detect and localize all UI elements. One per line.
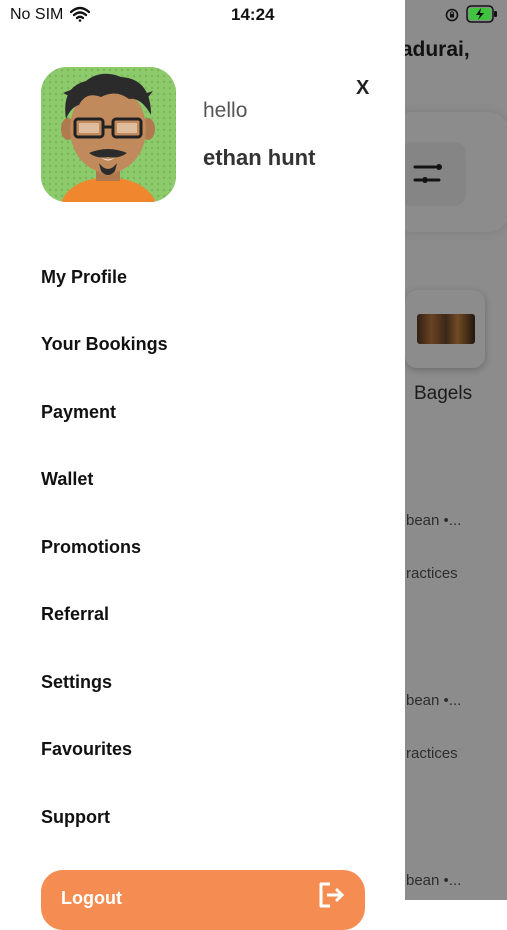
wifi-icon [70, 6, 90, 22]
menu-item-wallet[interactable]: Wallet [41, 469, 93, 490]
clock: 14:24 [231, 5, 275, 24]
menu-item-referral[interactable]: Referral [41, 604, 109, 625]
avatar-illustration [41, 67, 176, 202]
close-icon[interactable]: X [356, 77, 369, 100]
avatar [41, 67, 176, 202]
rotation-lock-icon [445, 8, 459, 22]
user-name: ethan hunt [203, 145, 316, 170]
greeting-text: hello [203, 99, 248, 122]
status-bar: No SIM 14:24 [0, 0, 507, 32]
menu-item-payment[interactable]: Payment [41, 402, 116, 423]
logout-button[interactable]: Logout [41, 870, 365, 930]
menu-item-your-bookings[interactable]: Your Bookings [41, 334, 168, 355]
battery-charging-icon [466, 5, 497, 23]
menu-item-promotions[interactable]: Promotions [41, 537, 141, 558]
carrier-label: No SIM [10, 6, 64, 23]
menu-item-favourites[interactable]: Favourites [41, 739, 132, 760]
logout-icon [319, 882, 345, 908]
menu-item-support[interactable]: Support [41, 807, 110, 828]
menu-item-my-profile[interactable]: My Profile [41, 267, 127, 288]
logout-label: Logout [61, 888, 122, 908]
menu-item-settings[interactable]: Settings [41, 672, 112, 693]
side-drawer: hello ethan hunt X My Profile Your Booki… [0, 0, 405, 930]
